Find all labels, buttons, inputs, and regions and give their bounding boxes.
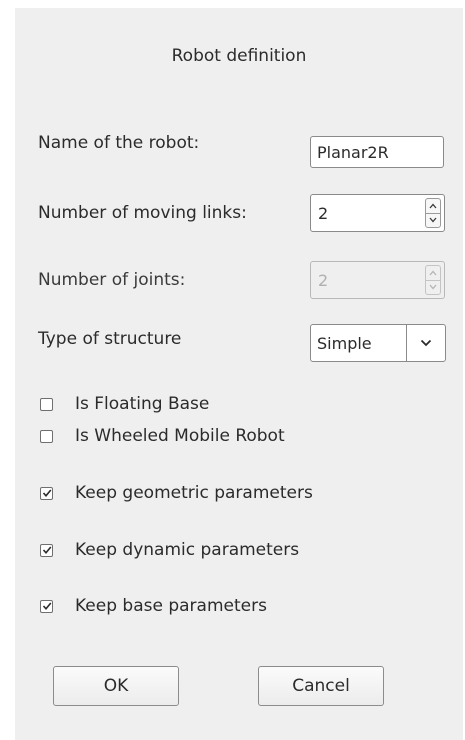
checkmark-icon	[42, 602, 51, 611]
structure-label: Type of structure	[38, 329, 182, 349]
keep-dynamic-label: Keep dynamic parameters	[75, 540, 300, 560]
chevron-down-icon[interactable]	[406, 325, 445, 361]
joints-label: Number of joints:	[38, 270, 186, 290]
robot-name-label: Name of the robot:	[38, 133, 200, 153]
keep-geometric-checkbox[interactable]	[40, 486, 53, 500]
checkmark-icon	[42, 489, 51, 498]
moving-links-spinbox[interactable]: 2	[310, 194, 445, 232]
moving-links-label: Number of moving links:	[38, 203, 247, 223]
robot-name-value: Planar2R	[317, 142, 389, 162]
floating-base-label: Is Floating Base	[75, 394, 210, 414]
ok-button[interactable]: OK	[53, 666, 179, 706]
keep-geometric-option[interactable]: Keep geometric parameters	[40, 483, 313, 503]
structure-value: Simple	[317, 333, 372, 353]
robot-name-input[interactable]: Planar2R	[310, 136, 444, 168]
chevron-up-icon[interactable]	[426, 199, 440, 213]
keep-geometric-label: Keep geometric parameters	[75, 483, 313, 503]
keep-dynamic-checkbox[interactable]	[40, 543, 53, 557]
moving-links-spin-arrows	[425, 198, 441, 228]
keep-base-checkbox[interactable]	[40, 599, 53, 613]
moving-links-value: 2	[318, 203, 329, 223]
wheeled-mobile-option[interactable]: Is Wheeled Mobile Robot	[40, 426, 285, 446]
wheeled-mobile-checkbox[interactable]	[40, 429, 53, 443]
checkmark-icon	[42, 546, 51, 555]
keep-base-option[interactable]: Keep base parameters	[40, 596, 267, 616]
keep-base-label: Keep base parameters	[75, 596, 267, 616]
floating-base-checkbox[interactable]	[40, 397, 53, 411]
joints-value: 2	[318, 270, 329, 290]
wheeled-mobile-label: Is Wheeled Mobile Robot	[75, 426, 285, 446]
structure-combobox[interactable]: Simple	[310, 324, 446, 362]
joints-spinbox: 2	[310, 261, 445, 299]
floating-base-option[interactable]: Is Floating Base	[40, 394, 209, 414]
chevron-down-icon[interactable]	[426, 212, 440, 228]
chevron-down-icon	[426, 279, 440, 295]
robot-definition-dialog: Robot definition Name of the robot: Plan…	[15, 8, 463, 740]
joints-spin-arrows	[425, 265, 441, 295]
dialog-title: Robot definition	[171, 46, 307, 66]
cancel-button[interactable]: Cancel	[258, 666, 384, 706]
chevron-up-icon	[426, 266, 440, 280]
keep-dynamic-option[interactable]: Keep dynamic parameters	[40, 540, 299, 560]
